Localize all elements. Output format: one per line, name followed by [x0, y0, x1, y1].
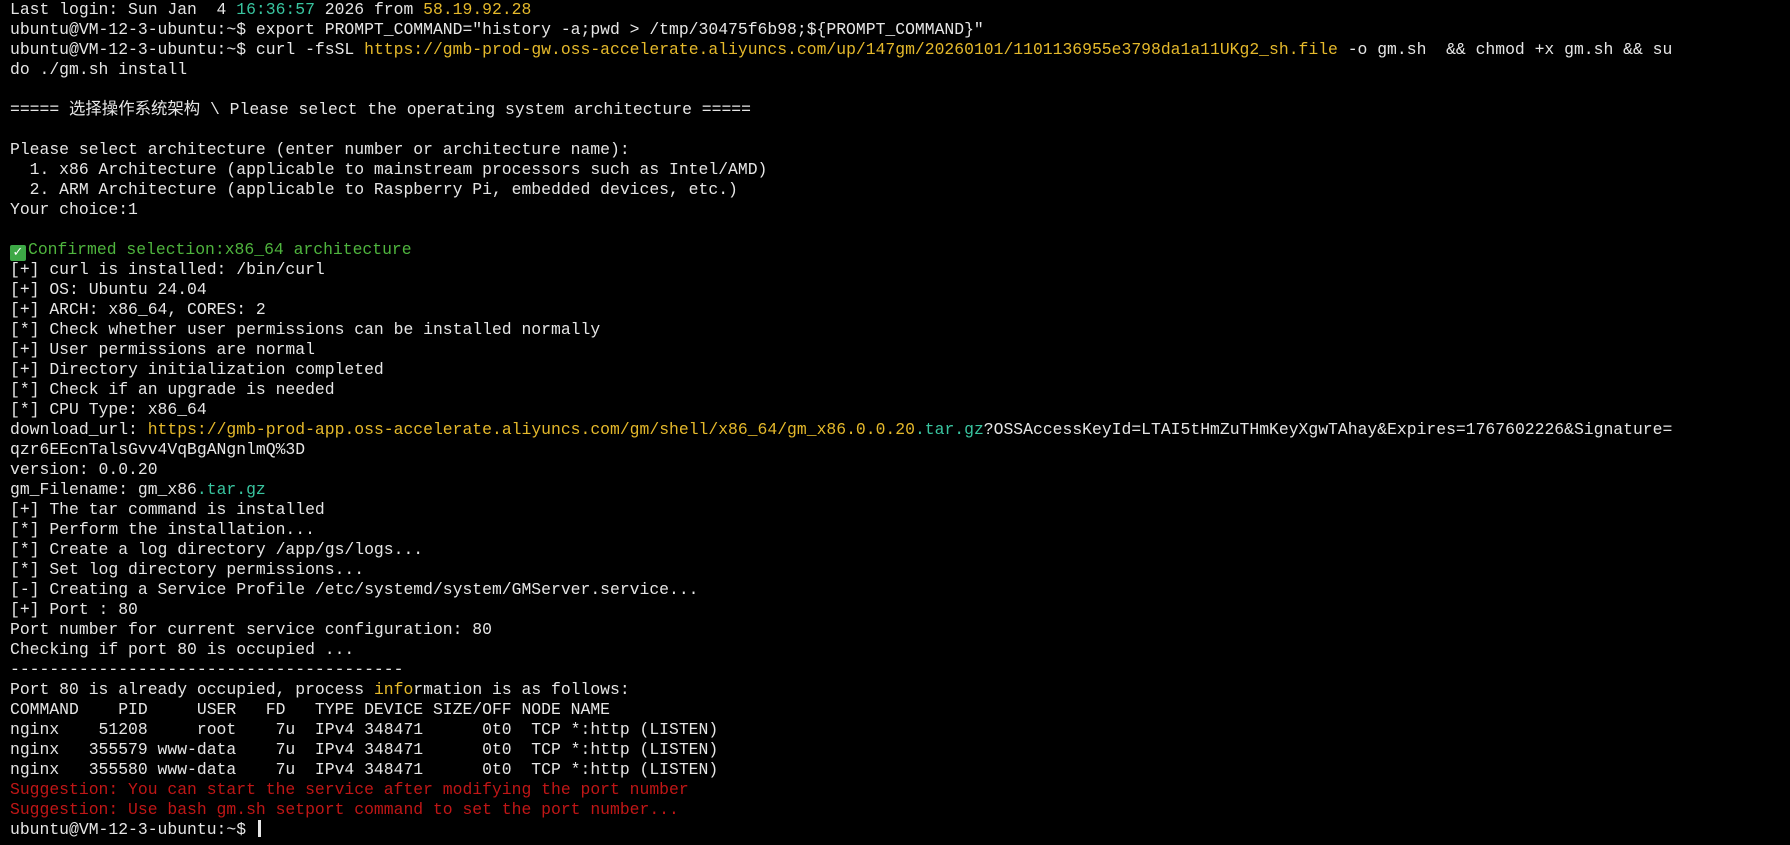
log-line: [*] Create a log directory /app/gs/logs.… [10, 540, 424, 559]
login-prefix: Last login: Sun Jan 4 [10, 0, 237, 19]
curl-url-link[interactable]: https://gmb-prod-gw.oss-accelerate.aliyu… [364, 40, 1338, 59]
terminal-window[interactable]: Last login: Sun Jan 4 16:36:57 2026 from… [0, 0, 1790, 845]
shell-prompt: ubuntu@VM-12-3-ubuntu:~$ [10, 820, 256, 839]
log-line: [+] OS: Ubuntu 24.04 [10, 280, 207, 299]
login-ip: 58.19.92.28 [423, 0, 532, 19]
log-line: [*] Set log directory permissions... [10, 560, 365, 579]
last-login-line: Last login: Sun Jan 4 16:36:57 2026 from… [10, 0, 1790, 20]
log-line: [*] Perform the installation... [10, 520, 315, 539]
filename-label: gm_Filename: gm_x86 [10, 480, 197, 499]
login-mid: 2026 from [314, 0, 424, 19]
export-command-line: ubuntu@VM-12-3-ubuntu:~$ export PROMPT_C… [10, 20, 984, 39]
download-url-wrap: qzr6EEcnTalsGvv4VqBgANgnlmQ%3D [10, 440, 306, 459]
log-line: [*] CPU Type: x86_64 [10, 400, 207, 419]
curl-prefix: ubuntu@VM-12-3-ubuntu:~$ curl -fsSL [10, 40, 365, 59]
lsof-row: nginx 355579 www-data 7u IPv4 348471 0t0… [10, 740, 719, 759]
download-url-ext: .tar.gz [914, 420, 984, 439]
log-line: [+] curl is installed: /bin/curl [10, 260, 325, 279]
download-url-link[interactable]: https://gmb-prod-app.oss-accelerate.aliy… [148, 420, 915, 439]
log-line: Checking if port 80 is occupied ... [10, 640, 355, 659]
arch-prompt: Please select architecture (enter number… [10, 140, 630, 159]
separator-line: ---------------------------------------- [10, 660, 404, 679]
log-line: Port number for current service configur… [10, 620, 492, 639]
arch-option-1: 1. x86 Architecture (applicable to mains… [10, 160, 768, 179]
filename-line: gm_Filename: gm_x86.tar.gz [10, 480, 1790, 500]
login-time: 16:36:57 [236, 0, 315, 19]
filename-ext: .tar.gz [196, 480, 266, 499]
log-line: [+] Directory initialization completed [10, 360, 384, 379]
curl-command-line: ubuntu@VM-12-3-ubuntu:~$ curl -fsSL http… [10, 40, 1790, 60]
curl-suffix: -o gm.sh && chmod +x gm.sh && su [1337, 40, 1673, 59]
download-url-line: download_url: https://gmb-prod-app.oss-a… [10, 420, 1790, 440]
download-label: download_url: [10, 420, 148, 439]
log-line: [*] Check if an upgrade is needed [10, 380, 335, 399]
suggestion-line: Suggestion: You can start the service af… [10, 780, 689, 799]
choice-line: Your choice:1 [10, 200, 138, 219]
version-line: version: 0.0.20 [10, 460, 158, 479]
curl-command-wrap: do ./gm.sh install [10, 60, 188, 79]
log-line: [*] Check whether user permissions can b… [10, 320, 601, 339]
port-occupied-end: rmation is as follows: [413, 680, 630, 699]
log-line: [+] Port : 80 [10, 600, 138, 619]
shell-prompt-line[interactable]: ubuntu@VM-12-3-ubuntu:~$ [10, 820, 1790, 840]
confirmed-text: Confirmed selection:x86_64 architecture [28, 240, 412, 259]
lsof-row: nginx 355580 www-data 7u IPv4 348471 0t0… [10, 760, 719, 779]
port-occupied-start: Port 80 is already occupied, process [10, 680, 374, 699]
suggestion-line: Suggestion: Use bash gm.sh setport comma… [10, 800, 679, 819]
log-line: [+] User permissions are normal [10, 340, 315, 359]
confirmed-line: ✓ Confirmed selection:x86_64 architecture [10, 240, 1790, 261]
log-line: [+] ARCH: x86_64, CORES: 2 [10, 300, 266, 319]
text-cursor [257, 820, 261, 837]
download-query: ?OSSAccessKeyId=LTAI5tHmZuTHmKeyXgwTAhay… [983, 420, 1673, 439]
port-occupied-line: Port 80 is already occupied, process inf… [10, 680, 1790, 700]
arch-header: ===== 选择操作系统架构 \ Please select the opera… [10, 100, 751, 119]
arch-option-2: 2. ARM Architecture (applicable to Raspb… [10, 180, 738, 199]
port-occupied-highlight: info [373, 680, 414, 699]
log-line: [-] Creating a Service Profile /etc/syst… [10, 580, 699, 599]
lsof-header: COMMAND PID USER FD TYPE DEVICE SIZE/OFF… [10, 700, 610, 719]
log-line: [+] The tar command is installed [10, 500, 325, 519]
lsof-row: nginx 51208 root 7u IPv4 348471 0t0 TCP … [10, 720, 719, 739]
check-mark-icon: ✓ [10, 245, 26, 261]
